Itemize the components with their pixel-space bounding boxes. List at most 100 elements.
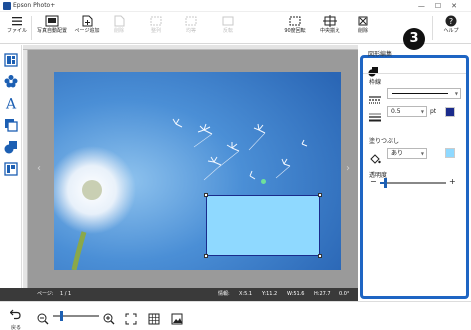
- epson-photo-plus-window: Epson Photo+ —☐✕ ファイル 写真自動配置 ページ追加 削除 整列…: [0, 0, 471, 330]
- page-indicator: 1 / 1: [60, 291, 72, 297]
- fill-value: あり: [391, 150, 404, 157]
- delete-button[interactable]: 削除: [350, 12, 376, 44]
- back-button[interactable]: 戻る: [8, 305, 24, 330]
- auto-layout-button[interactable]: 写真自動配置: [33, 12, 71, 44]
- help-icon: ?: [445, 15, 457, 27]
- app-icon: [3, 2, 11, 10]
- status-bar: ページ: 1 / 1 情報: X:5.1 Y:11.2 W:51.6 H:27.…: [0, 288, 358, 301]
- svg-text:?: ?: [449, 17, 453, 26]
- zoom-slider[interactable]: [53, 311, 99, 321]
- line-color-swatch[interactable]: [445, 107, 455, 117]
- distribute-icon: [185, 16, 197, 26]
- transparency-minus-icon[interactable]: −: [370, 177, 377, 186]
- help-label: ヘルプ: [443, 28, 459, 34]
- line-style-dropdown[interactable]: ▼: [387, 88, 461, 99]
- transparency-slider[interactable]: [380, 178, 446, 188]
- info-label: 情報:: [218, 291, 230, 297]
- transparency-slider-handle[interactable]: [384, 178, 388, 188]
- fit-to-window-icon[interactable]: [125, 310, 137, 325]
- center-align-button[interactable]: 中央揃え: [315, 12, 345, 44]
- resize-handle[interactable]: [318, 193, 322, 197]
- selected-rectangle-shape[interactable]: [204, 179, 322, 258]
- svg-text:A: A: [5, 97, 17, 111]
- image-view-icon[interactable]: [171, 310, 183, 325]
- fill-dropdown[interactable]: あり ▼: [387, 148, 427, 159]
- toolbar-divider: [31, 16, 32, 40]
- line-style-icon: [369, 89, 381, 104]
- disabled-tool-3[interactable]: 均等: [175, 12, 207, 44]
- shape-edit-panel: 図形編集 枠線 ▼ 0.5 ▼ pt 塗りつぶし あり ▼ 透明度 − +: [360, 51, 469, 299]
- add-page-icon: [82, 15, 93, 27]
- window-title: Epson Photo+: [13, 2, 56, 9]
- line-width-dropdown[interactable]: 0.5 ▼: [387, 106, 427, 117]
- help-button[interactable]: ? ヘルプ: [436, 12, 466, 44]
- page-icon: [114, 15, 125, 27]
- shape-tool-icon[interactable]: [4, 139, 18, 154]
- disabled-tool-3-label: 均等: [185, 28, 196, 34]
- border-title: 枠線: [369, 79, 382, 86]
- toolbar-divider: [432, 16, 433, 40]
- rotate-icon: [289, 16, 301, 26]
- layout-tool-icon[interactable]: [4, 52, 18, 67]
- rotate-90-button[interactable]: 90度回転: [280, 12, 310, 44]
- auto-layout-icon: [45, 15, 59, 27]
- file-menu-label: ファイル: [6, 28, 27, 34]
- grid-icon[interactable]: [148, 310, 160, 325]
- rotate-90-label: 90度回転: [284, 28, 306, 34]
- zoom-out-icon[interactable]: [37, 310, 49, 325]
- frame-tool-icon[interactable]: [4, 117, 18, 132]
- line-width-icon: [369, 107, 381, 122]
- add-page-label: ページ追加: [74, 28, 100, 34]
- center-align-icon: [323, 15, 337, 27]
- disabled-tool-2-label: 整列: [150, 28, 161, 34]
- left-ruler: [23, 50, 28, 288]
- x-readout: X:5.1: [239, 291, 253, 297]
- fill-color-swatch[interactable]: [445, 148, 455, 158]
- stamp-tool-icon[interactable]: [4, 73, 18, 88]
- transparency-plus-icon[interactable]: +: [449, 177, 456, 186]
- toolbar: ファイル 写真自動配置 ページ追加 削除 整列 均等 反転 90度回転 中央揃え…: [0, 12, 471, 44]
- zoom-slider-handle[interactable]: [60, 311, 63, 321]
- disabled-tool-1[interactable]: 削除: [105, 12, 133, 44]
- panel-divider: [363, 73, 466, 74]
- disabled-tool-4[interactable]: 反転: [212, 12, 244, 44]
- title-bar: Epson Photo+ —☐✕: [0, 0, 471, 12]
- left-tool-sidebar: A: [0, 45, 22, 305]
- disabled-tool-4-label: 反転: [222, 28, 233, 34]
- back-arrow-icon: [9, 309, 21, 320]
- line-width-unit: pt: [430, 108, 437, 115]
- center-align-label: 中央揃え: [319, 28, 340, 34]
- file-menu-button[interactable]: ファイル: [4, 12, 30, 44]
- align-icon: [150, 16, 162, 26]
- resize-handle[interactable]: [204, 254, 208, 258]
- hamburger-icon: [12, 17, 22, 26]
- rotate-handle[interactable]: [261, 179, 266, 184]
- angle-readout: 0.0°: [339, 291, 350, 297]
- background-tool-icon[interactable]: [4, 161, 18, 176]
- auto-layout-label: 写真自動配置: [36, 28, 67, 34]
- panel-title: 図形編集: [368, 51, 393, 58]
- w-readout: W:51.6: [287, 291, 305, 297]
- chevron-down-icon: ▼: [420, 151, 424, 156]
- chevron-down-icon: ▼: [454, 91, 458, 96]
- line-width-value: 0.5: [391, 108, 401, 115]
- next-page-arrow-icon[interactable]: ›: [346, 163, 350, 174]
- bottom-bar: 戻る: [0, 301, 471, 330]
- text-tool-icon[interactable]: A: [4, 95, 18, 113]
- delete-icon: [358, 16, 368, 26]
- zoom-in-icon[interactable]: [103, 310, 115, 325]
- resize-handle[interactable]: [204, 193, 208, 197]
- h-readout: H:27.7: [314, 291, 331, 297]
- callout-badge: 3: [403, 28, 425, 50]
- flip-icon: [222, 16, 234, 26]
- previous-page-arrow-icon[interactable]: ‹: [37, 163, 41, 174]
- window-controls[interactable]: —☐✕: [418, 1, 467, 11]
- resize-handle[interactable]: [318, 254, 322, 258]
- page-label: ページ:: [37, 291, 54, 297]
- add-page-button[interactable]: ページ追加: [72, 12, 102, 44]
- back-label: 戻る: [10, 325, 21, 330]
- disabled-tool-1-label: 削除: [113, 28, 124, 34]
- line-style-preview: [392, 93, 448, 95]
- chevron-down-icon: ▼: [420, 109, 424, 114]
- disabled-tool-2[interactable]: 整列: [140, 12, 172, 44]
